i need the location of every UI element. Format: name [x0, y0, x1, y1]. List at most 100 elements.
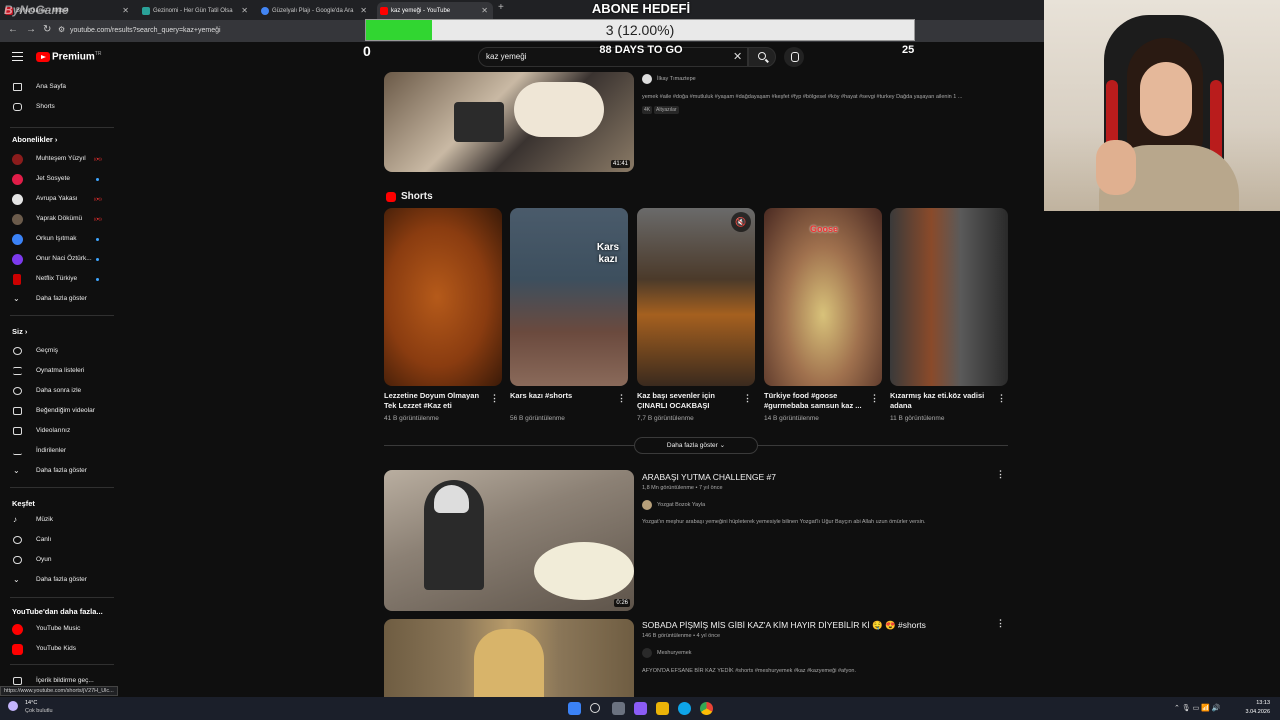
new-content-dot: [96, 238, 99, 241]
back-icon[interactable]: ←: [8, 24, 18, 35]
video-thumbnail[interactable]: 41:41: [384, 72, 634, 172]
tab-google-search[interactable]: Güzelyalı Plajı - Google'da Ara ✕: [258, 2, 372, 20]
site-info-icon[interactable]: ⚙: [58, 25, 65, 34]
sidebar-item-home[interactable]: Ana Sayfa: [0, 78, 118, 96]
video-description: yemek #aile #doğa #mutluluk #yaşam #dağd…: [642, 94, 963, 100]
short-thumbnail[interactable]: [384, 208, 502, 386]
edge-icon[interactable]: [678, 702, 691, 715]
sidebar-item-music[interactable]: ♪ Müzik: [0, 511, 118, 529]
hamburger-menu-icon[interactable]: [12, 52, 23, 61]
short-title[interactable]: Türkiye food #goose #gurmebaba samsun ka…: [764, 391, 868, 411]
sidebar-item-yt-kids[interactable]: YouTube Kids: [0, 640, 118, 658]
captions-badge: Altyazılar: [654, 106, 679, 114]
video-title[interactable]: ARABAŞI YUTMA CHALLENGE #7: [642, 472, 776, 482]
sidebar-item-subscription[interactable]: Onur Naci Öztürk...: [0, 250, 118, 268]
avatar[interactable]: [642, 500, 652, 510]
more-options-icon[interactable]: ⋮: [996, 618, 1005, 629]
sidebar-item-live[interactable]: Canlı: [0, 531, 118, 549]
sidebar-item-label: Müzik: [36, 516, 53, 523]
close-icon[interactable]: ✕: [241, 2, 248, 20]
mute-icon[interactable]: 🔇: [731, 212, 751, 232]
sidebar-item-subscription[interactable]: Yaprak Dökümü ((●)): [0, 210, 118, 228]
download-icon: [13, 447, 22, 455]
short-title[interactable]: Kaz başı sevenler için ÇINARLI OCAKBAŞI: [637, 391, 741, 411]
chevron-down-icon: ⌄: [13, 466, 20, 475]
sidebar-show-more-subs[interactable]: ⌄ Daha fazla göster: [0, 290, 118, 308]
sidebar-item-your-videos[interactable]: Videolarınız: [0, 422, 118, 440]
avatar: [12, 254, 23, 265]
widgets-icon[interactable]: [634, 702, 647, 715]
channel-name[interactable]: Meshuryemek: [657, 650, 692, 656]
video-thumbnail[interactable]: 0:26: [384, 470, 634, 611]
sidebar-item-history[interactable]: Geçmiş: [0, 342, 118, 360]
sidebar-item-subscription[interactable]: Avrupa Yakası ((●)): [0, 190, 118, 208]
sidebar-item-subscription[interactable]: Netflix Türkiye: [0, 270, 118, 288]
sidebar-item-label: Onur Naci Öztürk...: [36, 255, 92, 262]
video-duration: 41:41: [610, 160, 630, 168]
sidebar-item-label: Ana Sayfa: [36, 83, 66, 90]
sidebar-item-shorts[interactable]: Shorts: [0, 98, 118, 116]
sidebar-item-liked[interactable]: Beğendiğim videolar: [0, 402, 118, 420]
close-icon[interactable]: ✕: [122, 2, 129, 20]
sidebar-show-more-you[interactable]: ⌄ Daha fazla göster: [0, 462, 118, 480]
more-options-icon[interactable]: ⋮: [870, 393, 879, 404]
sidebar-show-more-explore[interactable]: ⌄ Daha fazla göster: [0, 571, 118, 589]
show-more-shorts-button[interactable]: Daha fazla göster ⌄: [634, 437, 758, 454]
avatar[interactable]: [642, 648, 652, 658]
sidebar-item-subscription[interactable]: Jet Sosyete: [0, 170, 118, 188]
video-title[interactable]: SOBADA PİŞMİŞ MİS GİBİ KAZ'A KİM HAYIR D…: [642, 620, 926, 631]
url-field[interactable]: youtube.com/results?search_query=kaz+yem…: [70, 23, 370, 39]
youtube-premium-brand[interactable]: PremiumTR: [52, 51, 101, 62]
sidebar-item-gaming[interactable]: Oyun: [0, 551, 118, 569]
goose-graphic: [514, 82, 604, 137]
sidebar-item-downloads[interactable]: İndirilenler: [0, 442, 118, 460]
more-options-icon[interactable]: ⋮: [490, 393, 499, 404]
more-options-icon[interactable]: ⋮: [997, 393, 1006, 404]
clock-time[interactable]: 13:13: [1240, 700, 1270, 706]
sidebar-item-subscription[interactable]: Muhteşem Yüzyıl ((●)): [0, 150, 118, 168]
short-title[interactable]: Kızarmış kaz eti.köz vadisi adana: [890, 391, 994, 411]
file-explorer-icon[interactable]: [656, 702, 669, 715]
forward-icon[interactable]: →: [26, 24, 36, 35]
sidebar-item-watch-later[interactable]: Daha sonra izle: [0, 382, 118, 400]
search-icon[interactable]: [590, 703, 600, 713]
channel-name[interactable]: İlkay Tımaztepe: [657, 76, 696, 82]
sidebar-item-subscription[interactable]: Orkun Işıtmak: [0, 230, 118, 248]
avatar: [12, 234, 23, 245]
video-thumbnail[interactable]: [384, 619, 634, 697]
country-code: TR: [94, 51, 102, 57]
weather-icon[interactable]: [8, 701, 18, 711]
tab-label: Gezinomi - Her Gün Tatil Olsa: [153, 8, 233, 14]
more-options-icon[interactable]: ⋮: [743, 393, 752, 404]
subscriptions-heading[interactable]: Abonelikler ›: [12, 135, 57, 144]
avatar[interactable]: [642, 74, 652, 84]
youtube-logo-icon[interactable]: [36, 52, 50, 62]
divider: [10, 315, 114, 316]
channel-name[interactable]: Yozgat Bozok Yayla: [657, 502, 705, 508]
task-view-icon[interactable]: [612, 702, 625, 715]
sidebar-item-label: İndirilenler: [36, 447, 66, 454]
clock-date[interactable]: 3.04.2026: [1228, 709, 1270, 715]
start-icon[interactable]: [568, 702, 581, 715]
short-thumbnail[interactable]: 🔇: [637, 208, 755, 386]
playlist-icon: [13, 367, 22, 375]
you-heading[interactable]: Siz ›: [12, 327, 27, 336]
sidebar-item-playlists[interactable]: Oynatma listeleri: [0, 362, 118, 380]
chevron-down-icon: ⌄: [13, 575, 20, 584]
chrome-icon[interactable]: [700, 702, 713, 715]
system-tray-icons[interactable]: ⌃ 🎙 ▭ 📶 🔊: [1174, 704, 1221, 712]
sidebar-item-label: Muhteşem Yüzyıl: [36, 155, 86, 162]
short-title[interactable]: Kars kazı #shorts: [510, 391, 614, 411]
short-title[interactable]: Lezzetine Doyum Olmayan Tek Lezzet #Kaz …: [384, 391, 488, 411]
flag-icon: [13, 677, 22, 685]
tab-favicon-icon: [142, 7, 150, 15]
short-thumbnail[interactable]: Goose: [764, 208, 882, 386]
tab-gezinomi[interactable]: Gezinomi - Her Gün Tatil Olsa ✕: [139, 2, 253, 20]
sidebar-item-yt-music[interactable]: YouTube Music: [0, 620, 118, 638]
short-thumbnail[interactable]: [890, 208, 1008, 386]
more-options-icon[interactable]: ⋮: [617, 393, 626, 404]
reload-icon[interactable]: ↻: [43, 24, 51, 35]
short-thumbnail[interactable]: Kars kazı: [510, 208, 628, 386]
more-options-icon[interactable]: ⋮: [996, 469, 1005, 480]
weather-temp[interactable]: 14°C: [25, 700, 37, 706]
